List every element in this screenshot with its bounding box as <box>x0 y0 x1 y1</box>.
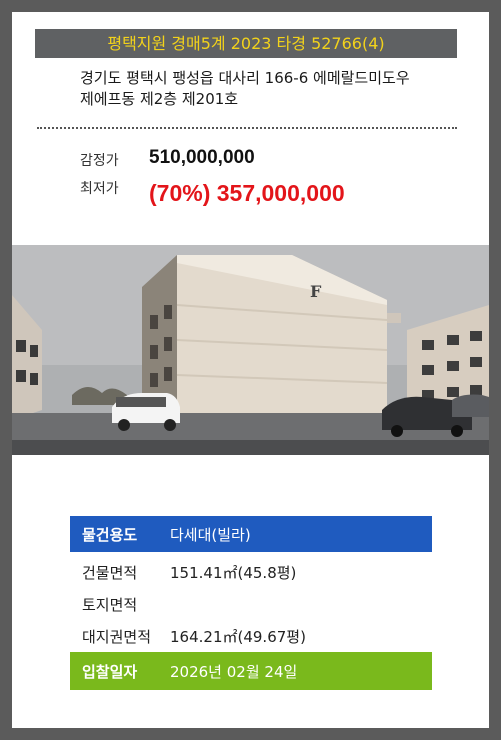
land-area-label: 토지면적 <box>82 595 138 614</box>
appraisal-value: 510,000,000 <box>149 147 255 168</box>
land-area-row: 토지면적 <box>70 588 432 620</box>
land-right-area-row: 대지권면적 164.21㎡(49.67평) <box>70 620 432 652</box>
address-line-2: 제에프동 제2층 제201호 <box>80 90 239 108</box>
land-right-area-value: 164.21㎡(49.67평) <box>170 627 306 646</box>
address-line-1: 경기도 평택시 팽성읍 대사리 166-6 에메랄드미도우 <box>80 69 410 87</box>
building-area-label: 건물면적 <box>82 563 138 582</box>
bid-date-value: 2026년 02월 24일 <box>170 662 298 681</box>
building-letter: F <box>310 282 322 301</box>
property-photo: F <box>12 245 489 455</box>
building-area-value: 151.41㎡(45.8평) <box>170 563 297 582</box>
bid-date-label: 입찰일자 <box>82 662 138 681</box>
dotted-divider <box>37 127 457 129</box>
usage-row: 물건용도 다세대(빌라) <box>70 516 432 552</box>
land-right-area-label: 대지권면적 <box>82 627 152 646</box>
appraisal-label: 감정가 <box>80 153 119 169</box>
building-area-row: 건물면적 151.41㎡(45.8평) <box>70 556 432 588</box>
minimum-price-label: 최저가 <box>80 181 119 197</box>
bid-date-row: 입찰일자 2026년 02월 24일 <box>70 652 432 690</box>
auction-card: 평택지원 경매5계 2023 타경 52766(4) 경기도 평택시 팽성읍 대… <box>12 12 489 728</box>
case-title: 평택지원 경매5계 2023 타경 52766(4) <box>35 29 457 58</box>
minimum-price-value: (70%) 357,000,000 <box>149 180 345 206</box>
usage-value: 다세대(빌라) <box>170 525 251 544</box>
property-address: 경기도 평택시 팽성읍 대사리 166-6 에메랄드미도우 제에프동 제2층 제… <box>80 68 460 110</box>
building-photo-illustration: F <box>12 245 489 455</box>
usage-label: 물건용도 <box>82 525 138 544</box>
property-details-table: 물건용도 다세대(빌라) 건물면적 151.41㎡(45.8평) 토지면적 대지… <box>70 516 432 690</box>
